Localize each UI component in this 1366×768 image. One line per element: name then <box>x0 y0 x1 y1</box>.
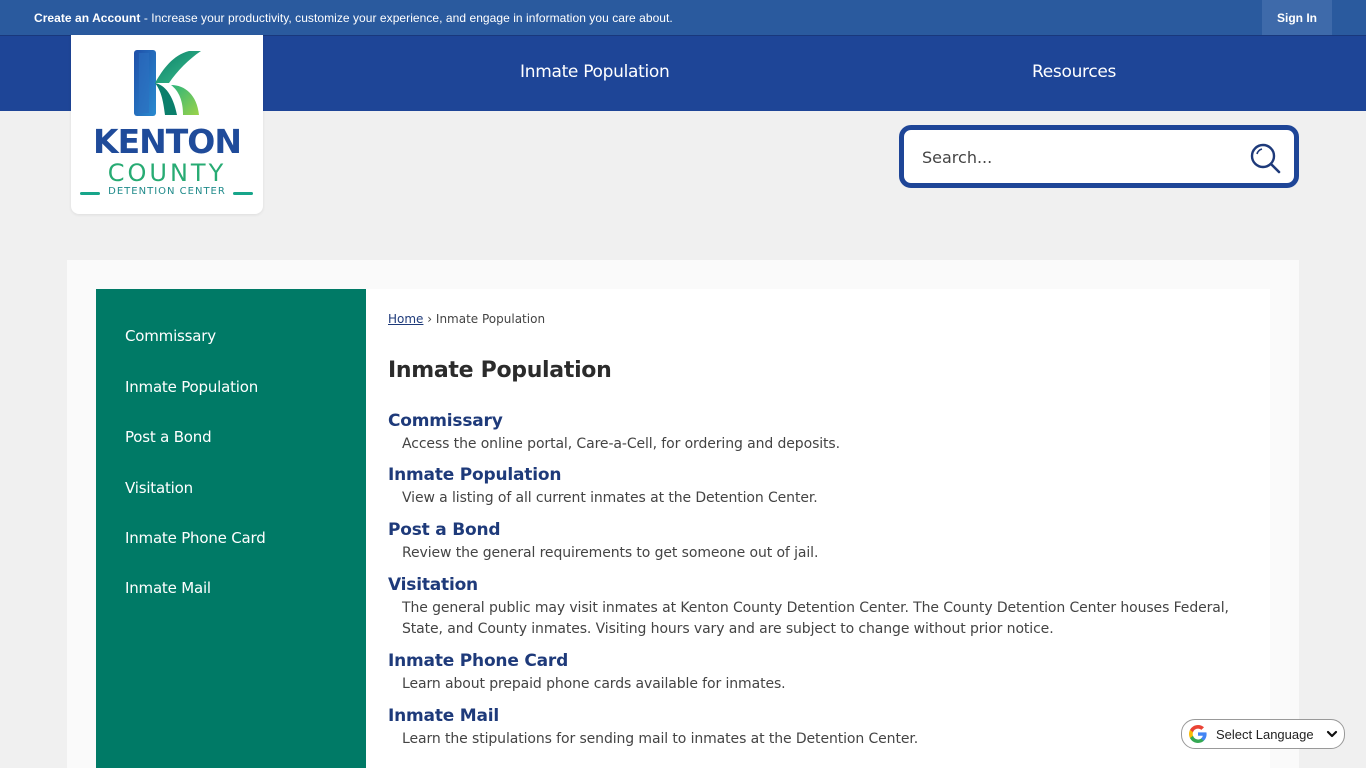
sidebar-item-post-a-bond[interactable]: Post a Bond <box>125 428 212 446</box>
kenton-k-logo-icon <box>134 50 201 116</box>
entry-title-post-a-bond[interactable]: Post a Bond <box>388 520 501 540</box>
entry-title-inmate-mail[interactable]: Inmate Mail <box>388 706 499 726</box>
language-select[interactable]: Select Language <box>1181 719 1345 749</box>
sidebar-item-commissary[interactable]: Commissary <box>125 327 216 345</box>
site-logo[interactable]: KENTON COUNTY DETENTION CENTER <box>71 35 263 214</box>
page-title: Inmate Population <box>388 358 612 383</box>
search-input[interactable] <box>922 144 1232 170</box>
sidebar-nav: Commissary Inmate Population Post a Bond… <box>96 289 366 768</box>
nav-item-resources[interactable]: Resources <box>1032 62 1116 82</box>
nav-item-inmate-population[interactable]: Inmate Population <box>520 62 670 82</box>
account-promo: Create an Account - Increase your produc… <box>34 11 673 25</box>
google-icon <box>1189 725 1207 743</box>
promo-message: - Increase your productivity, customize … <box>140 11 673 25</box>
language-select-label: Select Language <box>1216 726 1314 742</box>
entry-desc-visitation: The general public may visit inmates at … <box>402 600 1229 637</box>
entry-desc-commissary: Access the online portal, Care-a-Cell, f… <box>402 436 840 452</box>
sign-in-button[interactable]: Sign In <box>1262 0 1332 35</box>
chevron-down-icon <box>1326 730 1338 738</box>
entry-desc-post-a-bond: Review the general requirements to get s… <box>402 545 819 561</box>
sidebar-item-inmate-phone-card[interactable]: Inmate Phone Card <box>125 529 266 547</box>
entry-title-inmate-population[interactable]: Inmate Population <box>388 465 561 485</box>
main-content: Home › Inmate Population Inmate Populati… <box>366 289 1270 768</box>
breadcrumb-home-link[interactable]: Home <box>388 312 423 326</box>
sidebar-item-inmate-population[interactable]: Inmate Population <box>125 378 258 396</box>
top-utility-bar: Create an Account - Increase your produc… <box>0 0 1366 35</box>
search-icon[interactable] <box>1249 142 1281 174</box>
logo-dash-right <box>233 192 253 195</box>
breadcrumb-separator: › <box>427 312 433 326</box>
breadcrumb: Home › Inmate Population <box>388 312 545 326</box>
search-bar <box>899 125 1299 188</box>
sidebar-item-inmate-mail[interactable]: Inmate Mail <box>125 579 211 597</box>
entry-title-inmate-phone-card[interactable]: Inmate Phone Card <box>388 651 568 671</box>
sidebar-item-visitation[interactable]: Visitation <box>125 479 193 497</box>
entry-desc-inmate-phone-card: Learn about prepaid phone cards availabl… <box>402 676 786 692</box>
logo-kenton-text: KENTON <box>93 122 242 161</box>
entry-title-commissary[interactable]: Commissary <box>388 411 503 431</box>
breadcrumb-current: Inmate Population <box>435 312 546 326</box>
create-account-link[interactable]: Create an Account <box>34 11 140 25</box>
logo-county-text: COUNTY <box>107 159 227 187</box>
entry-title-visitation[interactable]: Visitation <box>388 575 478 595</box>
entry-desc-inmate-population: View a listing of all current inmates at… <box>402 490 818 506</box>
entry-desc-inmate-mail: Learn the stipulations for sending mail … <box>402 731 919 747</box>
